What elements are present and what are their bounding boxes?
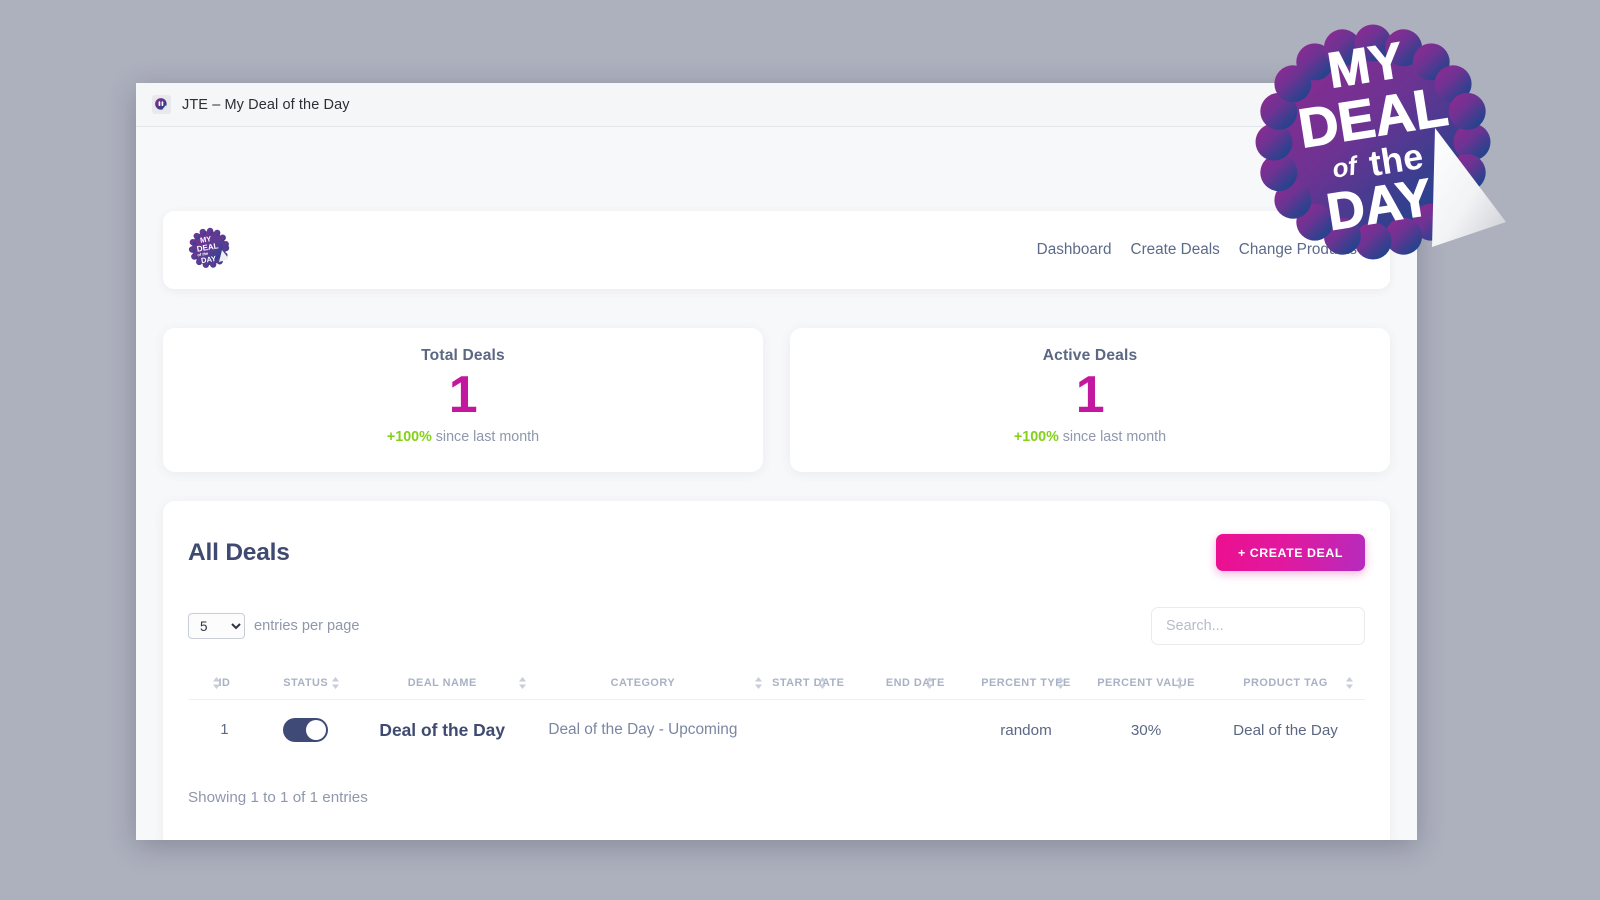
table-row[interactable]: 1 Deal of the Day Deal of the Day - Upco… bbox=[188, 700, 1365, 761]
stat-subtext: +100% since last month bbox=[790, 429, 1390, 445]
column-header-product-tag[interactable]: PRODUCT TAG bbox=[1206, 665, 1365, 700]
stat-card-active-deals: Active Deals 1 +100% since last month bbox=[790, 328, 1390, 472]
cell-category: Deal of the Day - Upcoming bbox=[534, 700, 752, 761]
stat-value: 1 bbox=[163, 369, 763, 422]
stat-card-total-deals: Total Deals 1 +100% since last month bbox=[163, 328, 763, 472]
sort-icon[interactable] bbox=[1175, 677, 1184, 690]
sort-icon[interactable] bbox=[1345, 677, 1354, 690]
stat-subtext: +100% since last month bbox=[163, 429, 763, 445]
column-label: CATEGORY bbox=[611, 677, 676, 689]
column-header-id[interactable]: ID bbox=[188, 665, 261, 700]
stat-title: Active Deals bbox=[790, 347, 1390, 365]
column-header-end-date[interactable]: END DATE bbox=[865, 665, 966, 700]
navbar-links: Dashboard Create Deals Change Products bbox=[1037, 241, 1362, 259]
sort-icon[interactable] bbox=[518, 677, 527, 690]
cell-status bbox=[261, 700, 350, 761]
cell-deal-name: Deal of the Day bbox=[350, 700, 534, 761]
stat-delta: +100% bbox=[387, 429, 432, 445]
nav-link-create-deals[interactable]: Create Deals bbox=[1131, 241, 1220, 259]
entries-per-page-control: 5 10 25 50 100 entries per page bbox=[188, 613, 359, 639]
panel-header: All Deals + CREATE DEAL bbox=[188, 527, 1365, 571]
column-label: DEAL NAME bbox=[408, 677, 477, 689]
column-label: PRODUCT TAG bbox=[1243, 677, 1328, 689]
sort-icon[interactable] bbox=[818, 677, 827, 690]
column-label: START DATE bbox=[772, 677, 844, 689]
stat-delta: +100% bbox=[1014, 429, 1059, 445]
table-controls: 5 10 25 50 100 entries per page bbox=[188, 607, 1365, 645]
column-label: STATUS bbox=[283, 677, 328, 689]
column-header-percent-value[interactable]: PERCENT VALUE bbox=[1086, 665, 1206, 700]
column-header-status[interactable]: STATUS bbox=[261, 665, 350, 700]
sort-icon[interactable] bbox=[1056, 677, 1065, 690]
stats-row: Total Deals 1 +100% since last month Act… bbox=[163, 328, 1390, 472]
table-info-footer: Showing 1 to 1 of 1 entries bbox=[188, 789, 1365, 806]
cell-percent-value: 30% bbox=[1086, 700, 1206, 761]
my-deal-of-the-day-logo[interactable]: MY DEAL of the DAY bbox=[185, 225, 235, 275]
stat-value: 1 bbox=[790, 369, 1390, 422]
deals-table: ID STATUS DEAL NAME bbox=[188, 665, 1365, 760]
column-header-percent-type[interactable]: PERCENT TYPE bbox=[966, 665, 1086, 700]
cell-end-date bbox=[865, 700, 966, 761]
browser-window: JTE – My Deal of the Day bbox=[136, 83, 1417, 840]
sort-icon[interactable] bbox=[331, 677, 340, 690]
entries-per-page-select[interactable]: 5 10 25 50 100 bbox=[188, 613, 245, 639]
site-navbar: MY DEAL of the DAY Dashboard Create Deal… bbox=[163, 211, 1390, 289]
nav-link-dashboard[interactable]: Dashboard bbox=[1037, 241, 1112, 259]
all-deals-panel: All Deals + CREATE DEAL 5 10 25 50 100 e… bbox=[163, 501, 1390, 840]
table-header-row: ID STATUS DEAL NAME bbox=[188, 665, 1365, 700]
create-deal-button[interactable]: + CREATE DEAL bbox=[1216, 534, 1365, 571]
sort-icon[interactable] bbox=[925, 677, 934, 690]
entries-per-page-label: entries per page bbox=[254, 618, 359, 634]
nav-link-change-products[interactable]: Change Products bbox=[1239, 241, 1357, 259]
page-viewport: MY DEAL of the DAY Dashboard Create Deal… bbox=[136, 127, 1417, 840]
page-title: All Deals bbox=[188, 539, 290, 567]
cell-percent-type: random bbox=[966, 700, 1086, 761]
column-header-start-date[interactable]: START DATE bbox=[752, 665, 865, 700]
stat-delta-suffix: since last month bbox=[1059, 429, 1166, 445]
column-header-deal-name[interactable]: DEAL NAME bbox=[350, 665, 534, 700]
column-header-category[interactable]: CATEGORY bbox=[534, 665, 752, 700]
cell-start-date bbox=[752, 700, 865, 761]
status-toggle[interactable] bbox=[283, 718, 328, 742]
browser-titlebar: JTE – My Deal of the Day bbox=[136, 83, 1417, 127]
cell-id: 1 bbox=[188, 700, 261, 761]
sort-icon[interactable] bbox=[212, 677, 221, 690]
column-label: END DATE bbox=[886, 677, 945, 689]
search-input[interactable] bbox=[1151, 607, 1365, 645]
cell-product-tag: Deal of the Day bbox=[1206, 700, 1365, 761]
browser-tab-title: JTE – My Deal of the Day bbox=[182, 97, 350, 113]
stat-title: Total Deals bbox=[163, 347, 763, 365]
toggle-knob bbox=[306, 720, 326, 740]
jte-favicon bbox=[152, 95, 171, 114]
stat-delta-suffix: since last month bbox=[432, 429, 539, 445]
